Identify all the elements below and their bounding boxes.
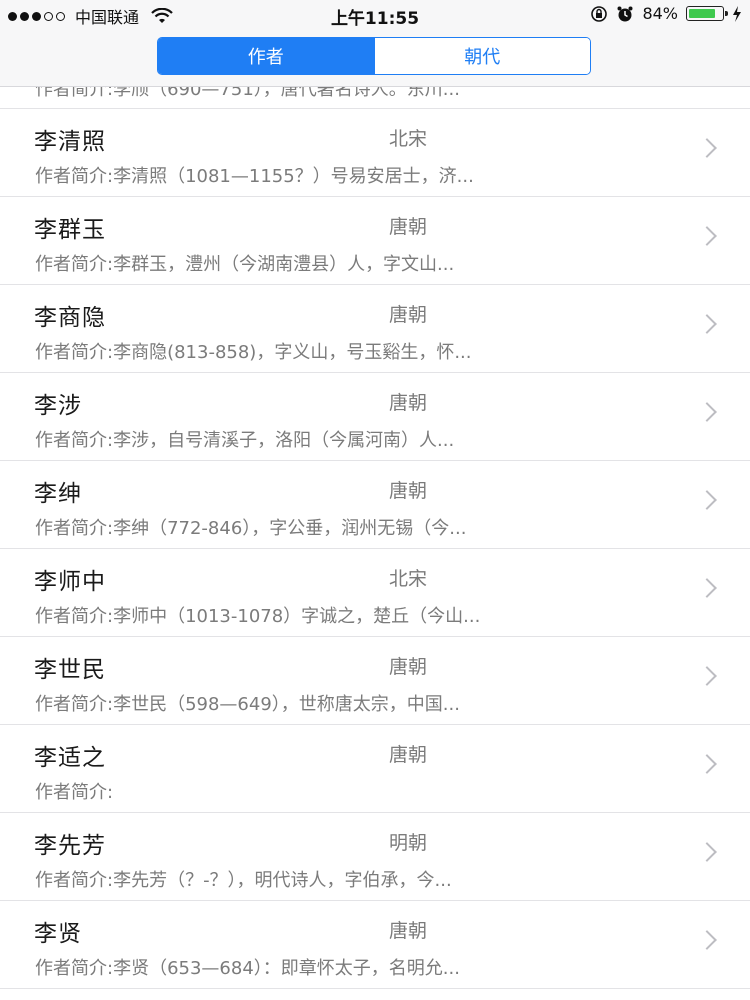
author-desc: 作者简介:李先芳（？-？），明代诗人，字伯承，今... [35, 870, 452, 891]
alarm-icon [617, 6, 633, 21]
author-dynasty: 唐朝 [389, 744, 428, 766]
author-desc: 作者简介:李贤（653—684）：即章怀太子，名明允... [35, 958, 460, 979]
author-dynasty: 唐朝 [389, 920, 428, 942]
chevron-right-icon [697, 490, 717, 510]
author-name: 李师中 [34, 569, 106, 595]
battery-fill [689, 9, 716, 18]
status-bar: 中国联通 上午11:55 84% [0, 0, 750, 30]
author-desc: 作者简介:李商隐(813-858)，字义山，号玉谿生，怀... [35, 342, 472, 363]
list-item[interactable]: 李师中 北宋作者简介:李师中（1013-1078）字诚之，楚丘（今山... [0, 549, 750, 637]
author-dynasty: 唐朝 [389, 216, 428, 238]
author-desc: 作者简介:李颀（690—751），唐代著名诗人。东川... [35, 87, 460, 100]
author-name: 李商隐 [34, 305, 106, 331]
author-name: 李清照 [34, 129, 106, 155]
author-dynasty: 唐朝 [389, 656, 428, 678]
rows-container: 李清照 北宋 作者简介:李清照（1081—1155？）号易安居士，济... 李群玉 唐朝… [0, 109, 750, 989]
author-desc: 作者简介:李绅（772-846），字公垂，润州无锡（今... [35, 518, 467, 539]
chevron-right-icon [697, 754, 717, 774]
chevron-right-icon [697, 402, 717, 422]
author-desc: 作者简介:李清照（1081—1155？）号易安居士，济... [35, 166, 474, 187]
tab-dynasty[interactable]: 朝代 [373, 38, 590, 74]
status-right: 84% [590, 4, 742, 23]
list-item[interactable]: 李贤 唐朝作者简介:李贤（653—684）：即章怀太子，名明允... [0, 901, 750, 989]
author-dynasty: 北宋 [389, 128, 428, 150]
chevron-right-icon [697, 930, 717, 950]
author-dynasty: 明朝 [389, 832, 428, 854]
author-name: 李涉 [34, 393, 82, 419]
author-name: 李适之 [34, 745, 106, 771]
list-item[interactable]: 李先芳 明朝作者简介:李先芳（？-？），明代诗人，字伯承，今... [0, 813, 750, 901]
list-item[interactable]: 李世民 唐朝作者简介:李世民（598—649），世称唐太宗，中国... [0, 637, 750, 725]
chevron-right-icon [697, 578, 717, 598]
list-item[interactable]: 李群玉 唐朝作者简介:李群玉，澧州（今湖南澧县）人，字文山... [0, 197, 750, 285]
charging-icon [733, 5, 741, 22]
author-name: 李群玉 [34, 217, 106, 243]
chevron-right-icon [697, 138, 717, 158]
author-dynasty: 北宋 [389, 568, 428, 590]
battery-percentage: 84% [642, 4, 678, 23]
list-item[interactable]: 李涉 唐朝作者简介:李涉，自号清溪子，洛阳（今属河南）人... [0, 373, 750, 461]
author-desc: 作者简介:李师中（1013-1078）字诚之，楚丘（今山... [35, 606, 481, 627]
chevron-right-icon [697, 666, 717, 686]
author-dynasty: 唐朝 [389, 304, 428, 326]
rotation-lock-icon [591, 5, 608, 22]
chevron-right-icon [697, 842, 717, 862]
list-item[interactable]: 李绅 唐朝作者简介:李绅（772-846），字公垂，润州无锡（今... [0, 461, 750, 549]
nav-bar: 作者 朝代 [0, 30, 750, 87]
author-desc: 作者简介:李世民（598—649），世称唐太宗，中国... [35, 694, 460, 715]
tab-author[interactable]: 作者 [158, 38, 374, 74]
author-name: 李绅 [34, 481, 82, 507]
author-name: 李先芳 [34, 833, 106, 859]
author-desc: 作者简介: [35, 782, 114, 803]
screen: 中国联通 上午11:55 84% 作者 朝代 作者简介:李颀（690—751），… [0, 0, 750, 1000]
author-name: 李贤 [34, 921, 82, 947]
chevron-right-icon [697, 314, 717, 334]
segmented-control: 作者 朝代 [157, 37, 591, 75]
author-desc: 作者简介:李群玉，澧州（今湖南澧县）人，字文山... [35, 254, 455, 275]
list-item[interactable]: 李清照 北宋作者简介:李清照（1081—1155？）号易安居士，济... [0, 109, 750, 197]
list-item[interactable]: 李适之 唐朝作者简介: [0, 725, 750, 813]
author-list[interactable]: 作者简介:李颀（690—751），唐代著名诗人。东川... 李清照 北宋 作者简介:… [0, 87, 750, 989]
chevron-right-icon [697, 226, 717, 246]
battery-icon [686, 6, 728, 21]
list-item-partial[interactable]: 作者简介:李颀（690—751），唐代著名诗人。东川... [0, 87, 750, 109]
author-name: 李世民 [34, 657, 106, 683]
list-item[interactable]: 李商隐 唐朝作者简介:李商隐(813-858)，字义山，号玉谿生，怀... [0, 285, 750, 373]
author-dynasty: 唐朝 [389, 480, 428, 502]
author-dynasty: 唐朝 [389, 392, 428, 414]
author-desc: 作者简介:李涉，自号清溪子，洛阳（今属河南）人... [35, 430, 455, 451]
